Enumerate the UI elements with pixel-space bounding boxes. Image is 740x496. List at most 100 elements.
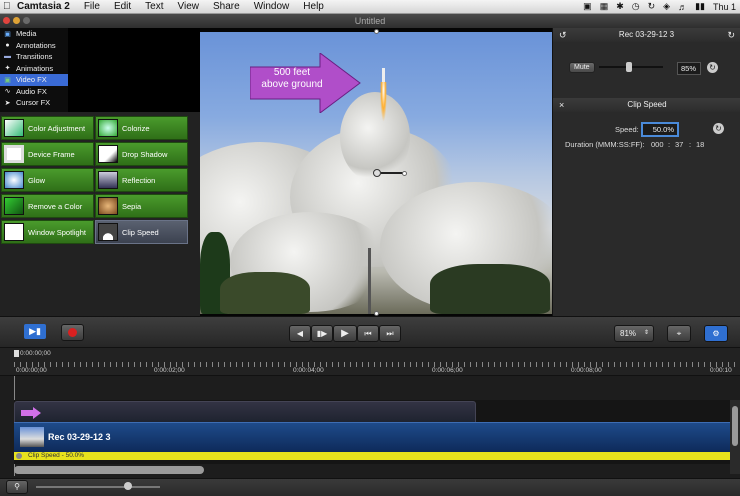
fx-drop-shadow[interactable]: Drop Shadow [95, 142, 188, 166]
crop-button[interactable]: ⌖ [667, 325, 691, 342]
previous-frame-button[interactable]: ▮▶ [311, 325, 333, 342]
fx-device-frame[interactable]: Device Frame [1, 142, 94, 166]
fx-remove-a-color[interactable]: Remove a Color [1, 194, 94, 218]
duration-frames[interactable]: 18 [696, 140, 704, 149]
nav-item-audio-fx[interactable]: ∿ Audio FX [0, 86, 68, 98]
fx-sepia[interactable]: Sepia [95, 194, 188, 218]
battery-icon[interactable]: ▮▮ [695, 1, 705, 12]
film-icon[interactable]: ▣ [583, 1, 592, 12]
tick-label: 0:00:00;00 [16, 367, 47, 374]
mute-button[interactable]: Mute [569, 62, 595, 73]
fx-clip-speed[interactable]: Clip Speed [95, 220, 188, 244]
step-back-button[interactable]: ◀ [289, 325, 311, 342]
callout-arrow-icon [21, 407, 41, 419]
fx-glow[interactable]: Glow [1, 168, 94, 192]
skip-back-button[interactable]: ⏮ [357, 325, 379, 342]
vertical-scroll-thumb[interactable] [732, 406, 738, 446]
skip-back-icon: ⏮ [364, 329, 372, 338]
clip-speed-title: Clip Speed [627, 100, 667, 109]
crop-icon: ⌖ [676, 329, 682, 338]
menu-text[interactable]: Text [138, 1, 170, 12]
tick-label: 0:00:04;00 [293, 367, 324, 374]
device-frame-icon [4, 145, 24, 163]
close-window-icon[interactable] [3, 17, 10, 24]
rotation-handle-bar [381, 172, 403, 174]
speed-input[interactable]: 50.0% [641, 122, 679, 137]
menu-app-name[interactable]: Camtasia 2 [13, 1, 77, 12]
extension-icon[interactable]: ▦ [600, 1, 609, 12]
nav-item-transitions[interactable]: ▬ Transitions [0, 51, 68, 63]
menu-share[interactable]: Share [206, 1, 247, 12]
resize-handle-top[interactable] [374, 29, 379, 34]
vertical-scrollbar[interactable] [730, 400, 740, 474]
window-title: Untitled [354, 16, 386, 26]
speed-reset-icon[interactable]: ↻ [713, 123, 724, 134]
video-frame-rocket-launch[interactable]: 500 feet above ground [200, 32, 552, 314]
playhead-icon[interactable] [14, 350, 19, 357]
reset-icon[interactable]: ↺ [559, 28, 567, 42]
nav-item-animations[interactable]: ✦ Animations [0, 63, 68, 75]
arrow-callout[interactable]: 500 feet above ground [249, 52, 362, 114]
zoom-value: 81% [620, 329, 637, 338]
timeline-zoom-slider[interactable] [36, 486, 160, 488]
minimize-window-icon[interactable] [13, 17, 20, 24]
nav-item-cursor-fx[interactable]: ➤ Cursor FX [0, 97, 68, 109]
menu-help[interactable]: Help [296, 1, 331, 12]
fx-window-spotlight[interactable]: Window Spotlight [1, 220, 94, 244]
title-bar: Untitled [0, 14, 740, 28]
timeline-ruler[interactable]: 0:00:00;00 0:00:00;00 0:00:02;00 0:00:04… [0, 348, 740, 376]
menu-view[interactable]: View [171, 1, 207, 12]
nav-item-media[interactable]: ▣ Media [0, 28, 68, 40]
close-section-icon[interactable]: × [559, 98, 564, 112]
import-media-icon[interactable]: ▶▮ [24, 324, 46, 339]
menu-window[interactable]: Window [247, 1, 297, 12]
bluetooth-icon[interactable]: ✱ [616, 1, 624, 12]
volume-slider-thumb[interactable] [626, 62, 633, 72]
color-adjustment-icon [4, 119, 24, 137]
volume-icon[interactable]: ♬ [678, 2, 687, 12]
video-clip[interactable] [14, 422, 730, 452]
bottom-bar: ⚲ [0, 478, 740, 496]
gear-icon: ⚙ [712, 329, 720, 338]
duration-minutes[interactable]: 000 [651, 140, 664, 149]
menu-edit[interactable]: Edit [107, 1, 138, 12]
clip-speed-bar[interactable]: Clip Speed - 50.0% [14, 452, 730, 460]
zoom-select[interactable]: 81% ⇕ [614, 325, 654, 342]
rotation-handle-end[interactable] [402, 171, 407, 176]
fx-reflection[interactable]: Reflection [95, 168, 188, 192]
volume-reset-icon[interactable]: ↻ [707, 62, 718, 73]
previous-frame-icon: ▮▶ [316, 329, 328, 338]
sync-icon[interactable]: ↻ [648, 1, 656, 12]
refresh-icon[interactable]: ↻ [727, 28, 735, 42]
rotation-handle[interactable] [373, 169, 381, 177]
play-button[interactable]: ▶ [333, 325, 357, 342]
left-panel: ▣ Media ● Annotations ▬ Transitions ✦ Animat… [0, 28, 200, 316]
playhead-time: 0:00:00;00 [20, 350, 51, 357]
zoom-window-icon[interactable] [23, 17, 30, 24]
wifi-icon[interactable]: ◈ [663, 1, 670, 12]
properties-panel: ↺ Rec 03-29-12 3 ↻ Mute 85% ↻ × Clip Spe… [552, 28, 740, 316]
duration-seconds[interactable]: 37 [675, 140, 683, 149]
timeline-zoom-thumb[interactable] [124, 482, 132, 490]
menu-file[interactable]: File [77, 1, 107, 12]
clip-speed-header: × Clip Speed [553, 98, 740, 112]
speed-label: Speed: [615, 125, 639, 134]
apple-icon[interactable]:  [3, 1, 13, 12]
volume-value[interactable]: 85% [677, 62, 701, 75]
nav-item-annotations[interactable]: ● Annotations [0, 40, 68, 52]
time-machine-icon[interactable]: ◷ [632, 1, 640, 12]
timeline: 0:00:00;00 0:00:00;00 0:00:02;00 0:00:04… [0, 348, 740, 478]
fx-colorize[interactable]: Colorize [95, 116, 188, 140]
clock[interactable]: Thu 1 [713, 2, 736, 12]
nav-item-video-fx[interactable]: ▣ Video FX [0, 74, 68, 86]
speed-bar-handle[interactable] [16, 453, 22, 459]
canvas-options-button[interactable]: ⚙ [704, 325, 728, 342]
horizontal-scroll-thumb[interactable] [14, 466, 204, 474]
sepia-icon [98, 197, 118, 215]
fx-color-adjustment[interactable]: Color Adjustment [1, 116, 94, 140]
callout-clip[interactable] [14, 401, 476, 423]
timeline-zoom-button[interactable]: ⚲ [6, 480, 28, 494]
play-icon: ▶ [341, 328, 349, 339]
record-button[interactable] [61, 324, 84, 341]
skip-forward-button[interactable]: ⏭ [379, 325, 401, 342]
